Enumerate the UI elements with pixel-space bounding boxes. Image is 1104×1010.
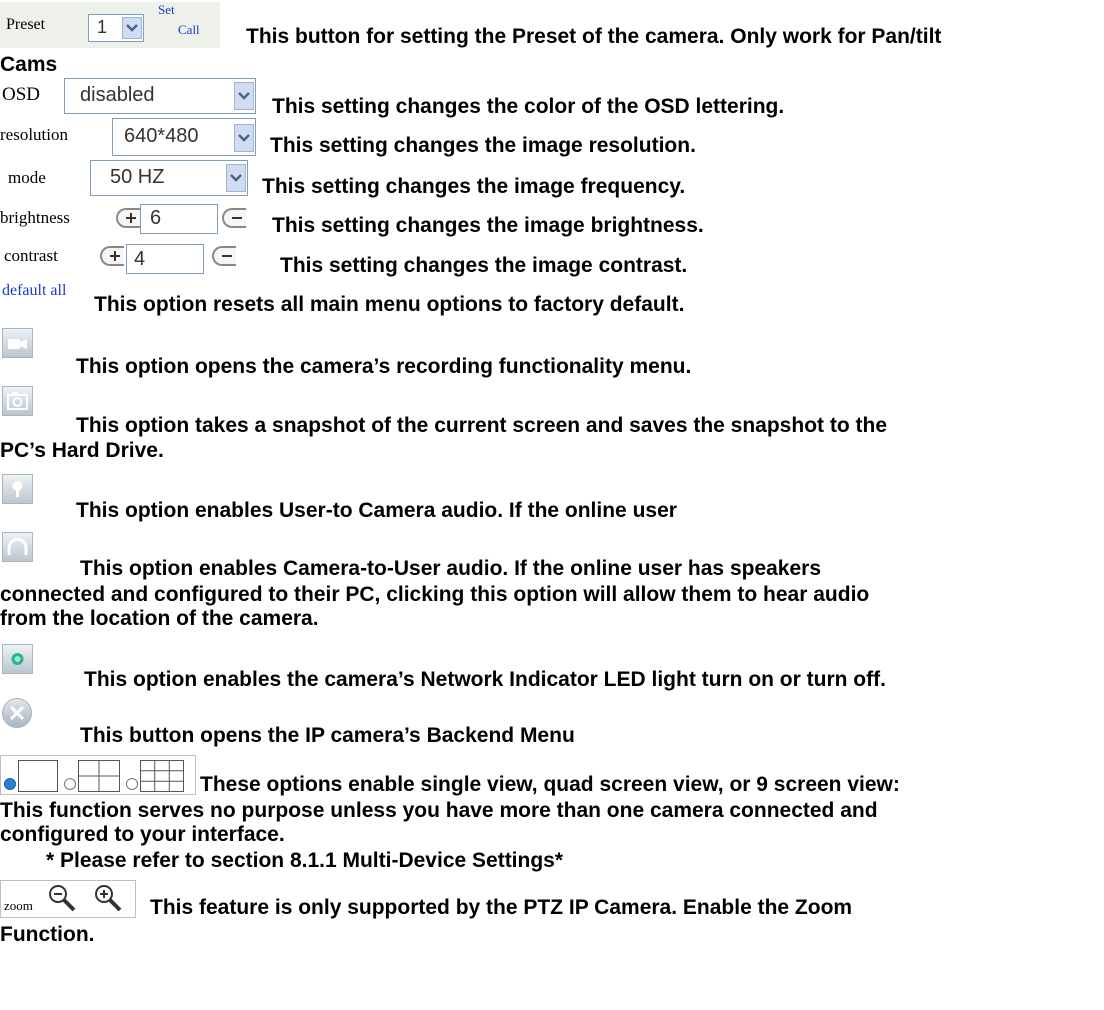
listen-description-line3: from the location of the camera. xyxy=(0,607,319,630)
preset-dropdown-arrow[interactable] xyxy=(122,17,142,39)
plus-icon xyxy=(126,213,136,223)
camera-icon xyxy=(7,392,28,410)
brightness-decrease-button[interactable] xyxy=(222,208,246,228)
listen-button[interactable] xyxy=(2,532,33,562)
resolution-select-value: 640*480 xyxy=(124,125,199,147)
led-indicator-icon xyxy=(11,653,24,665)
preset-description: This button for setting the Preset of th… xyxy=(246,25,942,48)
chevron-down-icon xyxy=(230,174,242,182)
minus-icon xyxy=(222,255,232,257)
minus-icon xyxy=(232,217,242,219)
quad-view-icon xyxy=(78,760,120,792)
contrast-value: 4 xyxy=(134,248,146,270)
chevron-down-icon xyxy=(126,24,138,32)
resolution-label: resolution xyxy=(0,125,68,144)
osd-dropdown-arrow[interactable] xyxy=(234,82,254,110)
contrast-increase-button[interactable] xyxy=(100,246,124,266)
talk-button[interactable] xyxy=(2,474,33,504)
brightness-description: This setting changes the image brightnes… xyxy=(272,214,704,237)
mode-label: mode xyxy=(8,168,46,187)
zoom-in-button[interactable] xyxy=(90,882,132,914)
led-toggle-button[interactable] xyxy=(2,644,33,674)
chevron-down-icon xyxy=(238,134,250,142)
contrast-label: contrast xyxy=(4,246,58,265)
chevron-down-icon xyxy=(238,92,250,100)
snapshot-description-line1: This option takes a snapshot of the curr… xyxy=(76,414,888,437)
views-description-line1: These options enable single view, quad s… xyxy=(200,773,900,796)
default-all-description: This option resets all main menu options… xyxy=(94,293,685,316)
default-all-button[interactable]: default all xyxy=(2,282,66,300)
brightness-value: 6 xyxy=(150,207,162,229)
contrast-decrease-button[interactable] xyxy=(212,246,236,266)
video-camera-icon xyxy=(8,339,27,349)
preset-set-link[interactable]: Set xyxy=(158,2,175,18)
zoom-description-line1: This feature is only supported by the PT… xyxy=(150,896,853,919)
brightness-label: brightness xyxy=(0,208,70,227)
mode-description: This setting changes the image frequency… xyxy=(262,175,686,198)
listen-description-line2: connected and configured to their PC, cl… xyxy=(0,583,870,606)
zoom-label: zoom xyxy=(4,898,33,913)
mode-select-value: 50 HZ xyxy=(110,166,165,188)
preset-description-cont: Cams xyxy=(0,53,58,76)
views-description-line2: This function serves no purpose unless y… xyxy=(0,799,878,822)
snapshot-button[interactable] xyxy=(2,386,33,416)
record-description: This option opens the camera’s recording… xyxy=(76,355,692,378)
tools-icon xyxy=(9,705,25,721)
preset-call-link[interactable]: Call xyxy=(178,22,200,38)
mode-dropdown-arrow[interactable] xyxy=(226,164,246,192)
zoom-description-line2: Function. xyxy=(0,923,95,946)
preset-select-value: 1 xyxy=(97,17,108,37)
osd-description: This setting changes the color of the OS… xyxy=(272,95,785,118)
preset-label: Preset xyxy=(6,16,46,33)
single-view-icon xyxy=(18,760,58,792)
zoom-out-icon xyxy=(49,885,76,912)
brightness-increase-button[interactable] xyxy=(116,208,140,228)
osd-label: OSD xyxy=(2,84,41,105)
osd-select-value: disabled xyxy=(80,84,155,106)
resolution-dropdown-arrow[interactable] xyxy=(234,124,254,152)
record-button[interactable] xyxy=(2,328,33,358)
views-description-line3: configured to your interface. xyxy=(0,823,285,846)
quad-view-radio[interactable] xyxy=(64,778,76,790)
backend-menu-button[interactable] xyxy=(2,698,32,728)
zoom-out-button[interactable] xyxy=(44,882,84,914)
nine-view-icon xyxy=(140,760,184,792)
plus-icon xyxy=(110,251,120,261)
headphones-icon xyxy=(7,538,28,555)
nine-view-radio[interactable] xyxy=(126,778,138,790)
snapshot-description-line2: PC’s Hard Drive. xyxy=(0,439,164,462)
talk-description: This option enables User-to Camera audio… xyxy=(76,499,677,522)
microphone-icon xyxy=(12,481,23,497)
single-view-radio[interactable] xyxy=(4,778,16,790)
contrast-description: This setting changes the image contrast. xyxy=(280,254,688,277)
listen-description-line1: This option enables Camera-to-User audio… xyxy=(80,557,822,580)
led-description: This option enables the camera’s Network… xyxy=(84,668,886,691)
backend-description: This button opens the IP camera’s Backen… xyxy=(80,724,575,747)
zoom-in-icon xyxy=(95,885,122,912)
resolution-description: This setting changes the image resolutio… xyxy=(270,134,696,157)
views-note: * Please refer to section 8.1.1 Multi-De… xyxy=(46,849,564,872)
